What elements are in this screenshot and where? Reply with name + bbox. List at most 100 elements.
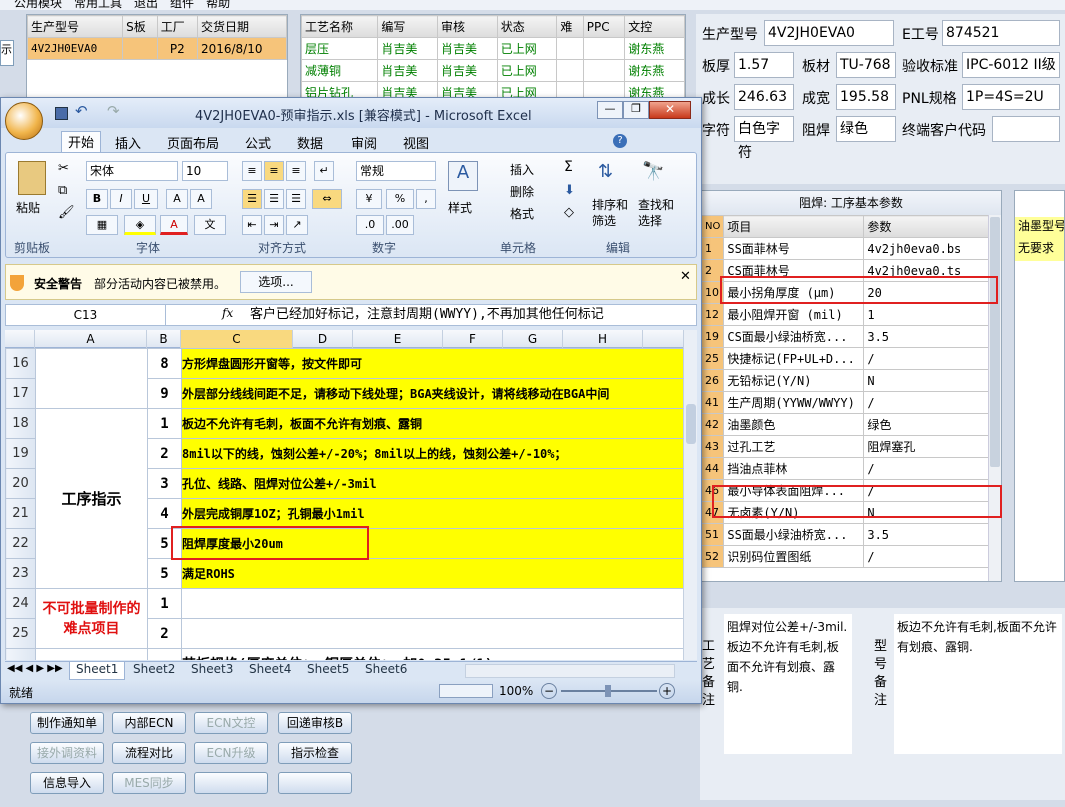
wrap-text-button[interactable]: ↵ <box>314 161 334 181</box>
proc-col-header[interactable]: 编写 <box>377 15 439 38</box>
row-header[interactable]: 16 <box>5 348 36 379</box>
styles-button[interactable]: 样式 <box>448 199 472 216</box>
table-row[interactable]: 19 CS面最小绿油桥宽... 3.5 <box>701 325 989 348</box>
pnl-field[interactable]: 1P=4S=2U <box>962 84 1060 110</box>
column-header[interactable]: H <box>563 330 643 348</box>
prod-col-header[interactable]: 工厂 <box>156 15 198 38</box>
fx-icon[interactable]: fx <box>222 306 233 320</box>
notice-button[interactable]: 制作通知单 <box>30 712 104 734</box>
ribbon-tab[interactable]: 页面布局 <box>167 133 219 152</box>
table-row[interactable]: 25 快捷标记(FP+UL+D... / <box>701 347 989 370</box>
model-field[interactable]: 4V2JH0EVA0 <box>764 20 894 46</box>
param-col-header[interactable]: 参数 <box>863 215 989 238</box>
section-process[interactable]: 工序指示 <box>35 408 148 589</box>
font-size-select[interactable]: 10 <box>182 161 228 181</box>
mes-sync-button[interactable]: MES同步 <box>112 772 186 794</box>
restore-button[interactable]: ❐ <box>623 101 649 119</box>
material-field[interactable]: TU-768 <box>836 52 896 78</box>
proc-col-header[interactable]: 状态 <box>496 15 558 38</box>
info-import-button[interactable]: 信息导入 <box>30 772 104 794</box>
cell-c[interactable]: 方形焊盘圆形开窗等，按文件即可 <box>181 348 685 379</box>
column-header[interactable]: G <box>503 330 563 348</box>
proc-col-header[interactable]: PPC <box>582 15 626 38</box>
table-row[interactable]: 减薄铜 肖吉美 肖吉美 已上网 谢东燕 <box>301 59 685 82</box>
shrink-font-button[interactable]: A <box>190 189 212 209</box>
table-row[interactable]: 51 SS面最小绿油桥宽... 3.5 <box>701 523 989 546</box>
border-button[interactable]: ▦ <box>86 215 118 235</box>
italic-button[interactable]: I <box>110 189 132 209</box>
close-button[interactable]: ✕ <box>649 101 691 119</box>
prod-col-header[interactable]: S板 <box>122 15 158 38</box>
column-header[interactable]: D <box>293 330 353 348</box>
cell-b[interactable]: 9 <box>147 378 182 409</box>
merged-cell-a[interactable] <box>35 348 148 409</box>
menu-item-4[interactable]: 帮助 <box>206 0 230 10</box>
column-header[interactable]: F <box>443 330 503 348</box>
sort-filter-button[interactable]: 排序和筛选 <box>592 197 630 229</box>
row-header[interactable]: 23 <box>5 558 36 589</box>
cell-c[interactable]: 外层完成铜厚1OZ；孔铜最小1mil <box>181 498 685 529</box>
sheet-tab[interactable]: Sheet3 <box>185 662 239 680</box>
number-format-select[interactable]: 常规 <box>356 161 436 181</box>
cell-c[interactable]: 板边不允许有毛刺，板面不允许有划痕、露铜 <box>181 408 685 439</box>
styles-icon[interactable]: A <box>448 161 478 191</box>
align-right-button[interactable]: ☰ <box>286 189 306 209</box>
table-row[interactable]: 41 生产周期(YYWW/WWYY) / <box>701 391 989 414</box>
row-header[interactable]: 17 <box>5 378 36 409</box>
zoom-in-button[interactable]: + <box>659 683 675 699</box>
vertical-scrollbar[interactable] <box>683 330 697 660</box>
table-row[interactable]: 12 最小阻焊开窗 (mil) 1 <box>701 303 989 326</box>
check-instruction-button[interactable]: 指示检查 <box>278 742 352 764</box>
cell-b[interactable]: 2 <box>147 438 182 469</box>
grow-font-button[interactable]: A <box>166 189 188 209</box>
percent-button[interactable]: % <box>386 189 414 209</box>
blank-button-2[interactable] <box>278 772 352 794</box>
horizontal-scrollbar[interactable] <box>465 664 675 678</box>
cut-icon[interactable]: ✂ <box>58 161 69 176</box>
minimize-button[interactable]: — <box>597 101 623 119</box>
decrease-decimal-button[interactable]: .00 <box>386 215 414 235</box>
cell-b[interactable]: 1 <box>147 588 182 619</box>
thickness-field[interactable]: 1.57 <box>734 52 794 78</box>
flow-compare-button[interactable]: 流程对比 <box>112 742 186 764</box>
close-security-icon[interactable]: ✕ <box>680 269 691 284</box>
prod-col-header[interactable]: 生产型号 <box>26 15 124 38</box>
bold-button[interactable]: B <box>86 189 108 209</box>
sheet-tab[interactable]: Sheet4 <box>243 662 297 680</box>
delete-button[interactable]: 删除 <box>510 183 534 200</box>
orientation-button[interactable]: ↗ <box>286 215 308 235</box>
ribbon-tab[interactable]: 公式 <box>245 133 271 152</box>
section-difficult[interactable]: 不可批量制作的难点项目 <box>35 588 148 649</box>
sheet-nav-icon[interactable]: ◀◀ ◀ ▶ ▶▶ <box>7 663 63 674</box>
find-icon[interactable]: 🔭 <box>642 161 664 182</box>
ribbon-tab[interactable]: 插入 <box>115 133 141 152</box>
cell-c[interactable]: 外层部分线线间距不足，请移动下线处理；BGA夹线设计，请将线移动在BGA中间 <box>181 378 685 409</box>
external-data-button[interactable]: 接外调资料 <box>30 742 104 764</box>
save-icon[interactable] <box>55 107 68 120</box>
table-row[interactable]: 1 SS面菲林号 4v2jh0eva0.bs <box>701 237 989 260</box>
standard-field[interactable]: IPC-6012 II级 <box>962 52 1060 78</box>
eno-field[interactable]: 874521 <box>942 20 1060 46</box>
column-header[interactable]: B <box>147 330 181 348</box>
autosum-icon[interactable]: Σ <box>564 159 573 175</box>
partial-row-text[interactable]: 芯板规格(厚度单位： 铜厚单位： 加0.25-1/1) <box>181 648 685 660</box>
font-name-select[interactable]: 宋体 <box>86 161 178 181</box>
table-row[interactable]: 44 挡油点菲林 / <box>701 457 989 480</box>
cell-b[interactable]: 1 <box>147 408 182 439</box>
font-color-button[interactable]: A <box>160 215 188 235</box>
internal-ecn-button[interactable]: 内部ECN <box>112 712 186 734</box>
param-col-header[interactable]: 项目 <box>723 215 865 238</box>
customer-code-field[interactable] <box>992 116 1060 142</box>
cell-c[interactable] <box>181 588 685 619</box>
sheet-tab[interactable]: Sheet2 <box>127 662 181 680</box>
ribbon-tab[interactable]: 审阅 <box>351 133 377 152</box>
sheet-tab[interactable]: Sheet1 <box>69 662 126 680</box>
sheet-tab[interactable]: Sheet5 <box>301 662 355 680</box>
row-header[interactable]: 25 <box>5 618 36 649</box>
menu-item-3[interactable]: 组件 <box>170 0 194 10</box>
param-col-header[interactable]: NO <box>701 215 725 238</box>
format-painter-icon[interactable]: 🖌 <box>58 205 75 220</box>
undo-icon[interactable]: ↶ <box>75 102 88 120</box>
column-header[interactable]: C <box>181 330 293 348</box>
zoom-slider[interactable] <box>561 685 657 697</box>
